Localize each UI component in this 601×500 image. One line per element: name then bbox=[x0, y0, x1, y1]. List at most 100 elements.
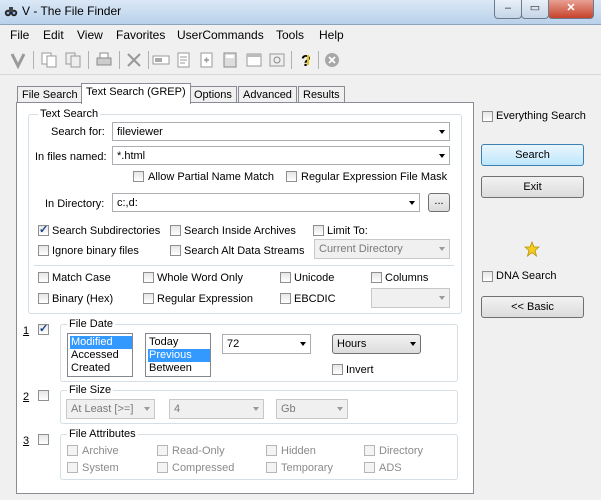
tab-file-search[interactable]: File Search bbox=[17, 86, 83, 103]
tab-options[interactable]: Options bbox=[189, 86, 237, 103]
archive-label: Archive bbox=[82, 445, 119, 457]
file-size-checkbox[interactable] bbox=[38, 390, 49, 401]
chevron-down-icon bbox=[300, 342, 306, 346]
help-icon[interactable]: ? bbox=[295, 51, 315, 69]
file-date-unit-dropdown[interactable]: Hours bbox=[332, 334, 421, 354]
file-date-title: File Date bbox=[67, 318, 116, 330]
file-size-number: 2 bbox=[23, 391, 30, 403]
directory-label: Directory bbox=[379, 445, 424, 457]
system-checkbox[interactable] bbox=[67, 462, 78, 473]
everything-search-checkbox[interactable] bbox=[482, 111, 493, 122]
file-date-number: 1 bbox=[23, 325, 30, 337]
tab-text-search[interactable]: Text Search (GREP) bbox=[81, 83, 191, 104]
file-attributes-number: 3 bbox=[23, 435, 30, 447]
menu-edit[interactable]: Edit bbox=[43, 28, 64, 42]
chevron-down-icon bbox=[439, 130, 445, 134]
ebcdic-label: EBCDIC bbox=[294, 293, 336, 305]
basic-button[interactable]: << Basic bbox=[481, 296, 584, 318]
search-button[interactable]: Search bbox=[481, 144, 584, 166]
list-item[interactable]: Accessed bbox=[70, 349, 120, 362]
file-size-value-combo[interactable]: 4 bbox=[169, 399, 264, 419]
unicode-checkbox[interactable] bbox=[280, 272, 291, 283]
ignore-binary-label: Ignore binary files bbox=[52, 245, 139, 257]
maximize-button[interactable]: ▭ bbox=[521, 0, 549, 19]
list-item[interactable]: Between bbox=[148, 362, 193, 375]
stop-icon[interactable] bbox=[322, 51, 342, 69]
rename-icon[interactable] bbox=[151, 51, 171, 69]
directory-checkbox[interactable] bbox=[364, 445, 375, 456]
list-item[interactable]: Previous bbox=[148, 349, 210, 362]
ignore-binary-checkbox[interactable] bbox=[38, 245, 49, 256]
file-date-checkbox[interactable] bbox=[38, 322, 49, 335]
read-only-checkbox[interactable] bbox=[157, 445, 168, 456]
text-search-group bbox=[28, 114, 462, 314]
star-icon[interactable] bbox=[524, 241, 540, 257]
file-date-value-combo[interactable]: 72 bbox=[222, 334, 311, 354]
search-archives-checkbox[interactable] bbox=[170, 225, 181, 236]
columns-label: Columns bbox=[385, 272, 429, 284]
invert-checkbox[interactable] bbox=[332, 364, 343, 375]
in-files-named-combo[interactable]: *.html bbox=[112, 146, 450, 165]
delete-icon[interactable] bbox=[124, 51, 144, 69]
edit-icon[interactable] bbox=[174, 51, 194, 69]
menu-file[interactable]: File bbox=[10, 28, 29, 42]
search-ads-checkbox[interactable] bbox=[170, 245, 181, 256]
list-item[interactable]: Created bbox=[70, 362, 111, 375]
divider bbox=[34, 265, 454, 266]
match-case-label: Match Case bbox=[52, 272, 111, 284]
menu-view[interactable]: View bbox=[77, 28, 103, 42]
hidden-checkbox[interactable] bbox=[266, 445, 277, 456]
compressed-label: Compressed bbox=[172, 462, 235, 474]
search-archives-label: Search Inside Archives bbox=[184, 225, 296, 237]
copy-to-icon[interactable] bbox=[63, 51, 83, 69]
match-case-checkbox[interactable] bbox=[38, 272, 49, 283]
search-subdirectories-checkbox[interactable] bbox=[38, 223, 49, 236]
menu-tools[interactable]: Tools bbox=[276, 28, 304, 42]
file-date-type-list[interactable]: Modified Accessed Created bbox=[67, 333, 133, 377]
regex-checkbox[interactable] bbox=[143, 293, 154, 304]
close-button[interactable]: ✕ bbox=[548, 0, 594, 19]
allow-partial-checkbox[interactable] bbox=[133, 171, 144, 182]
file-attributes-checkbox[interactable] bbox=[38, 434, 49, 445]
compressed-checkbox[interactable] bbox=[157, 462, 168, 473]
find-icon[interactable] bbox=[267, 51, 287, 69]
ebcdic-checkbox[interactable] bbox=[280, 293, 291, 304]
in-directory-combo[interactable]: c:,d: bbox=[112, 193, 420, 212]
dna-search-checkbox[interactable] bbox=[482, 271, 493, 282]
temporary-checkbox[interactable] bbox=[266, 462, 277, 473]
app-v-icon[interactable] bbox=[8, 51, 28, 69]
print-icon[interactable] bbox=[94, 51, 114, 69]
tab-results[interactable]: Results bbox=[298, 86, 345, 103]
menu-usercommands[interactable]: UserCommands bbox=[177, 28, 264, 42]
minimize-button[interactable]: – bbox=[494, 0, 522, 19]
list-item[interactable]: Modified bbox=[70, 336, 132, 349]
preview-icon[interactable] bbox=[244, 51, 264, 69]
in-files-named-value: *.html bbox=[117, 150, 146, 162]
tab-advanced[interactable]: Advanced bbox=[238, 86, 297, 103]
limit-to-checkbox[interactable] bbox=[313, 225, 324, 236]
properties-icon[interactable] bbox=[197, 51, 217, 69]
list-item[interactable]: Today bbox=[148, 336, 179, 349]
copy-icon[interactable] bbox=[39, 51, 59, 69]
exit-button[interactable]: Exit bbox=[481, 176, 584, 198]
regex-label: Regular Expression bbox=[157, 293, 253, 305]
ads-checkbox[interactable] bbox=[364, 462, 375, 473]
file-size-unit-combo[interactable]: Gb bbox=[276, 399, 348, 419]
regex-mask-checkbox[interactable] bbox=[286, 171, 297, 182]
chevron-down-icon bbox=[253, 407, 259, 411]
limit-to-combo[interactable]: Current Directory bbox=[314, 239, 450, 259]
menu-favorites[interactable]: Favorites bbox=[116, 28, 165, 42]
archive-checkbox[interactable] bbox=[67, 445, 78, 456]
menu-help[interactable]: Help bbox=[319, 28, 344, 42]
whole-word-checkbox[interactable] bbox=[143, 272, 154, 283]
binary-hex-checkbox[interactable] bbox=[38, 293, 49, 304]
file-size-op-combo[interactable]: At Least [>=] bbox=[66, 399, 155, 419]
search-for-combo[interactable]: fileviewer bbox=[112, 122, 450, 141]
file-date-when-list[interactable]: Today Previous Between bbox=[145, 333, 211, 377]
columns-checkbox[interactable] bbox=[371, 272, 382, 283]
browse-button[interactable]: ... bbox=[428, 193, 450, 212]
calculator-icon[interactable] bbox=[220, 51, 240, 69]
unicode-label: Unicode bbox=[294, 272, 335, 284]
search-ads-label: Search Alt Data Streams bbox=[184, 245, 305, 257]
columns-combo[interactable] bbox=[371, 288, 450, 308]
